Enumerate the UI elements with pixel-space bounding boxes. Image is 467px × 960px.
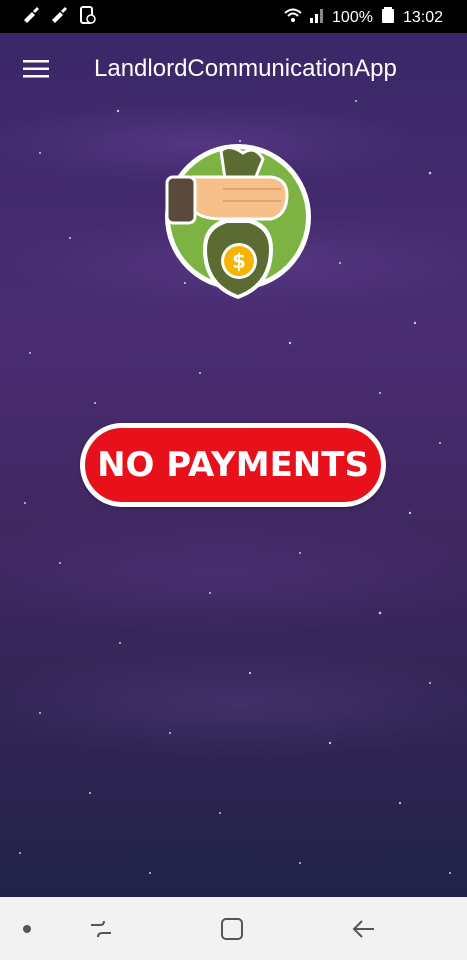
nav-dot[interactable] [12, 914, 42, 944]
recent-apps-icon [91, 920, 111, 938]
dot-icon [23, 925, 31, 933]
home-icon [221, 918, 243, 940]
nav-bar [0, 897, 467, 960]
clock: 13:02 [402, 8, 443, 26]
recent-apps-button[interactable] [86, 914, 116, 944]
svg-text:$: $ [232, 249, 246, 273]
status-bar: 100% 13:02 [0, 0, 467, 33]
back-icon [352, 920, 374, 938]
broom-icon [50, 6, 68, 29]
app-title: LandlordCommunicationApp [94, 55, 397, 82]
signal-icon [308, 6, 326, 29]
no-payments-button[interactable]: NO PAYMENTS [80, 423, 386, 507]
hamburger-menu-icon [23, 60, 49, 78]
hand-money-bag-icon: $ [165, 144, 311, 299]
back-button[interactable] [348, 914, 378, 944]
battery-text: 100% [332, 8, 373, 26]
broom-icon [22, 6, 40, 29]
status-right: 100% 13:02 [284, 6, 443, 29]
status-left-icons [22, 6, 96, 29]
home-button[interactable] [217, 914, 247, 944]
screen-record-icon [78, 6, 96, 29]
wifi-icon [284, 6, 302, 29]
app-bar: LandlordCommunicationApp [0, 33, 467, 105]
battery-icon [379, 6, 397, 29]
menu-button[interactable] [14, 47, 58, 91]
